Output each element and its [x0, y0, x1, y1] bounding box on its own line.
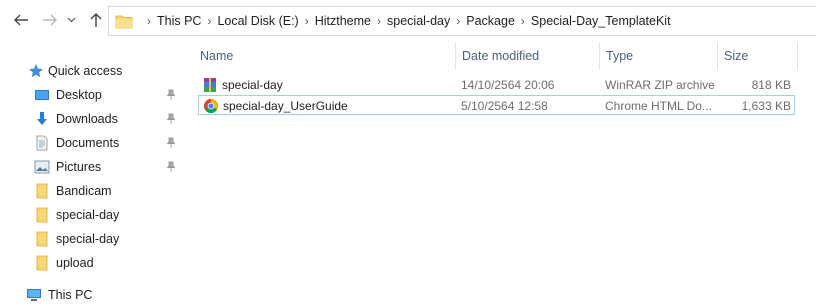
- computer-icon: [27, 289, 41, 301]
- address-bar[interactable]: › This PC › Local Disk (E:) › Hitztheme …: [108, 6, 816, 36]
- winrar-archive-icon: [204, 78, 216, 92]
- file-row[interactable]: special-day 14/10/2564 20:06 WinRAR ZIP …: [198, 75, 795, 95]
- chevron-right-icon[interactable]: ›: [515, 14, 531, 28]
- folder-icon: [36, 183, 48, 199]
- breadcrumb-special-day[interactable]: special-day: [387, 14, 450, 28]
- arrow-left-icon[interactable]: [12, 11, 30, 29]
- navigation-bar: › This PC › Local Disk (E:) › Hitztheme …: [0, 0, 816, 42]
- file-type: Chrome HTML Do...: [605, 99, 712, 113]
- arrow-up-icon[interactable]: [87, 11, 105, 29]
- folder-icon: [36, 231, 48, 247]
- pin-icon[interactable]: [165, 137, 177, 149]
- pin-icon[interactable]: [165, 161, 177, 173]
- column-header-label: Type: [606, 49, 634, 63]
- chevron-right-icon[interactable]: ›: [371, 14, 387, 28]
- file-type: WinRAR ZIP archive: [605, 78, 715, 92]
- sidebar-item-this-pc[interactable]: This PC: [0, 283, 188, 307]
- sidebar-item-label: This PC: [48, 288, 93, 302]
- column-header-label: Date modified: [462, 49, 540, 63]
- sidebar-item-desktop[interactable]: Desktop: [0, 83, 188, 107]
- arrow-right-icon[interactable]: [41, 11, 59, 29]
- chevron-right-icon[interactable]: ›: [299, 14, 315, 28]
- folder-icon: [36, 255, 48, 271]
- breadcrumb-local-disk[interactable]: Local Disk (E:): [217, 14, 298, 28]
- chevron-right-icon[interactable]: ›: [201, 14, 217, 28]
- file-size: 1,633 KB: [741, 99, 791, 113]
- file-size: 818 KB: [751, 78, 791, 92]
- column-header-label: Size: [724, 49, 749, 63]
- breadcrumb: › This PC › Local Disk (E:) › Hitztheme …: [115, 7, 671, 35]
- file-date: 5/10/2564 12:58: [461, 99, 548, 113]
- sidebar-item-label: Documents: [56, 136, 120, 150]
- sidebar-item-label: Pictures: [56, 160, 102, 174]
- sidebar-item-label: special-day: [56, 208, 120, 222]
- sidebar-item-label: special-day: [56, 232, 120, 246]
- sidebar-item-label: Quick access: [48, 64, 123, 78]
- desktop-icon: [35, 90, 49, 100]
- file-row[interactable]: special-day_UserGuide 5/10/2564 12:58 Ch…: [198, 95, 795, 115]
- breadcrumb-hitztheme[interactable]: Hitztheme: [315, 14, 371, 28]
- file-date: 14/10/2564 20:06: [461, 78, 555, 92]
- column-header-type[interactable]: Type: [600, 42, 718, 70]
- star-icon: [29, 64, 43, 78]
- navigation-pane: Quick access Desktop Downloads Documents…: [0, 42, 190, 305]
- sidebar-item-label: Bandicam: [56, 184, 112, 198]
- column-header-size[interactable]: Size: [718, 42, 798, 70]
- sidebar-item-quick-access[interactable]: Quick access: [0, 59, 188, 83]
- sidebar-item-upload[interactable]: upload: [0, 251, 188, 275]
- sidebar-item-special-day[interactable]: special-day: [0, 203, 188, 227]
- sidebar-item-special-day[interactable]: special-day: [0, 227, 188, 251]
- file-name: special-day_UserGuide: [223, 99, 348, 113]
- sidebar-item-label: Downloads: [56, 112, 118, 126]
- sidebar-item-label: Desktop: [56, 88, 102, 102]
- breadcrumb-this-pc[interactable]: This PC: [157, 14, 201, 28]
- folder-icon: [115, 15, 133, 28]
- sidebar-item-downloads[interactable]: Downloads: [0, 107, 188, 131]
- pictures-icon: [34, 160, 50, 174]
- chrome-icon: [204, 99, 218, 113]
- chevron-right-icon[interactable]: ›: [141, 14, 157, 28]
- column-header-date-modified[interactable]: Date modified: [456, 42, 600, 70]
- column-header-name[interactable]: Name: [194, 42, 456, 70]
- documents-icon: [36, 135, 48, 151]
- chevron-down-icon[interactable]: [66, 11, 76, 29]
- folder-icon: [36, 207, 48, 223]
- breadcrumb-package[interactable]: Package: [466, 14, 515, 28]
- pin-icon[interactable]: [165, 89, 177, 101]
- sidebar-item-documents[interactable]: Documents: [0, 131, 188, 155]
- breadcrumb-template-kit[interactable]: Special-Day_TemplateKit: [531, 14, 671, 28]
- file-name: special-day: [222, 78, 283, 92]
- column-header-label: Name: [200, 49, 234, 63]
- chevron-right-icon[interactable]: ›: [450, 14, 466, 28]
- sidebar-item-label: upload: [56, 256, 94, 270]
- sidebar-item-pictures[interactable]: Pictures: [0, 155, 188, 179]
- pin-icon[interactable]: [165, 113, 177, 125]
- download-icon: [37, 112, 47, 125]
- sidebar-item-bandicam[interactable]: Bandicam: [0, 179, 188, 203]
